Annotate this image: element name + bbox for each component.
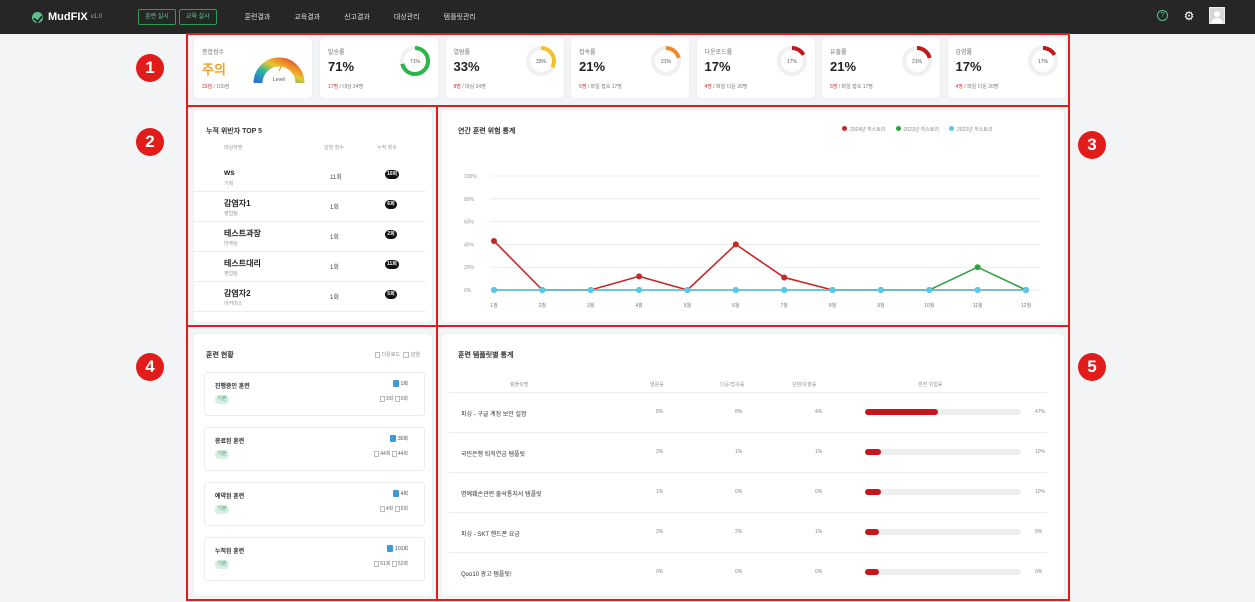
help-icon[interactable]: ? [1157, 10, 1168, 21]
marker-5: 5 [1078, 353, 1106, 381]
marker-3: 3 [1078, 131, 1106, 159]
start-training-button[interactable]: 훈련 실시 [138, 9, 176, 25]
highlight-box-2 [186, 105, 438, 327]
marker-1: 1 [136, 54, 164, 82]
nav-target-management[interactable]: 대상관리 [394, 12, 420, 22]
app-logo[interactable]: MudFIX v1.0 [32, 11, 102, 23]
top-navigation-bar: MudFIX v1.0 훈련 실시 교육 실시 훈련결과 교육결과 신고결과 대… [0, 0, 1255, 34]
nav-report-results[interactable]: 신고결과 [344, 12, 370, 22]
main-nav: 훈련결과 교육결과 신고결과 대상관리 템플릿관리 [245, 12, 500, 22]
marker-2: 2 [136, 128, 164, 156]
app-name: MudFIX [48, 11, 88, 23]
app-version: v1.0 [90, 14, 103, 20]
highlight-box-1 [186, 33, 1070, 107]
highlight-box-3 [436, 105, 1070, 327]
start-education-button[interactable]: 교육 실시 [178, 9, 217, 25]
nav-education-results[interactable]: 교육결과 [294, 12, 320, 22]
nav-template-management[interactable]: 템플릿관리 [444, 12, 476, 22]
gear-icon[interactable]: ⚙ [1183, 10, 1195, 22]
avatar[interactable] [1209, 7, 1225, 24]
highlight-box-4 [186, 325, 438, 601]
highlight-box-5 [436, 325, 1070, 601]
logo-check-icon [32, 11, 43, 23]
nav-training-results[interactable]: 훈련결과 [245, 12, 271, 22]
marker-4: 4 [136, 353, 164, 381]
